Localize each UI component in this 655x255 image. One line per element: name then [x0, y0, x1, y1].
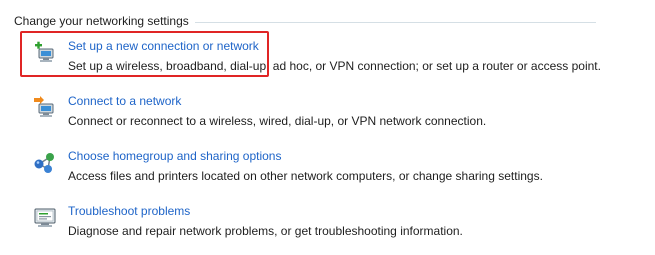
new-connection-icon: [33, 40, 57, 64]
connect-network-link[interactable]: Connect to a network: [68, 94, 181, 109]
homegroup-link[interactable]: Choose homegroup and sharing options: [68, 149, 281, 164]
homegroup-description: Access files and printers located on oth…: [68, 169, 543, 183]
section-header: Change your networking settings: [14, 13, 596, 29]
task-troubleshoot[interactable]: Troubleshoot problems Diagnose and repai…: [33, 204, 633, 244]
section-title: Change your networking settings: [14, 14, 189, 28]
task-setup-connection[interactable]: Set up a new connection or network Set u…: [33, 39, 633, 79]
troubleshoot-description: Diagnose and repair network problems, or…: [68, 224, 463, 238]
homegroup-icon: [33, 150, 57, 174]
connect-network-description: Connect or reconnect to a wireless, wire…: [68, 114, 487, 128]
setup-connection-description: Set up a wireless, broadband, dial-up, a…: [68, 59, 601, 73]
task-homegroup[interactable]: Choose homegroup and sharing options Acc…: [33, 149, 633, 189]
connect-network-icon: [33, 95, 57, 119]
network-settings-panel: Change your networking settings Set up a…: [0, 0, 655, 255]
setup-connection-link[interactable]: Set up a new connection or network: [68, 39, 259, 54]
troubleshoot-icon: [33, 205, 57, 229]
troubleshoot-link[interactable]: Troubleshoot problems: [68, 204, 190, 219]
task-connect-network[interactable]: Connect to a network Connect or reconnec…: [33, 94, 633, 134]
section-divider: [194, 21, 596, 23]
